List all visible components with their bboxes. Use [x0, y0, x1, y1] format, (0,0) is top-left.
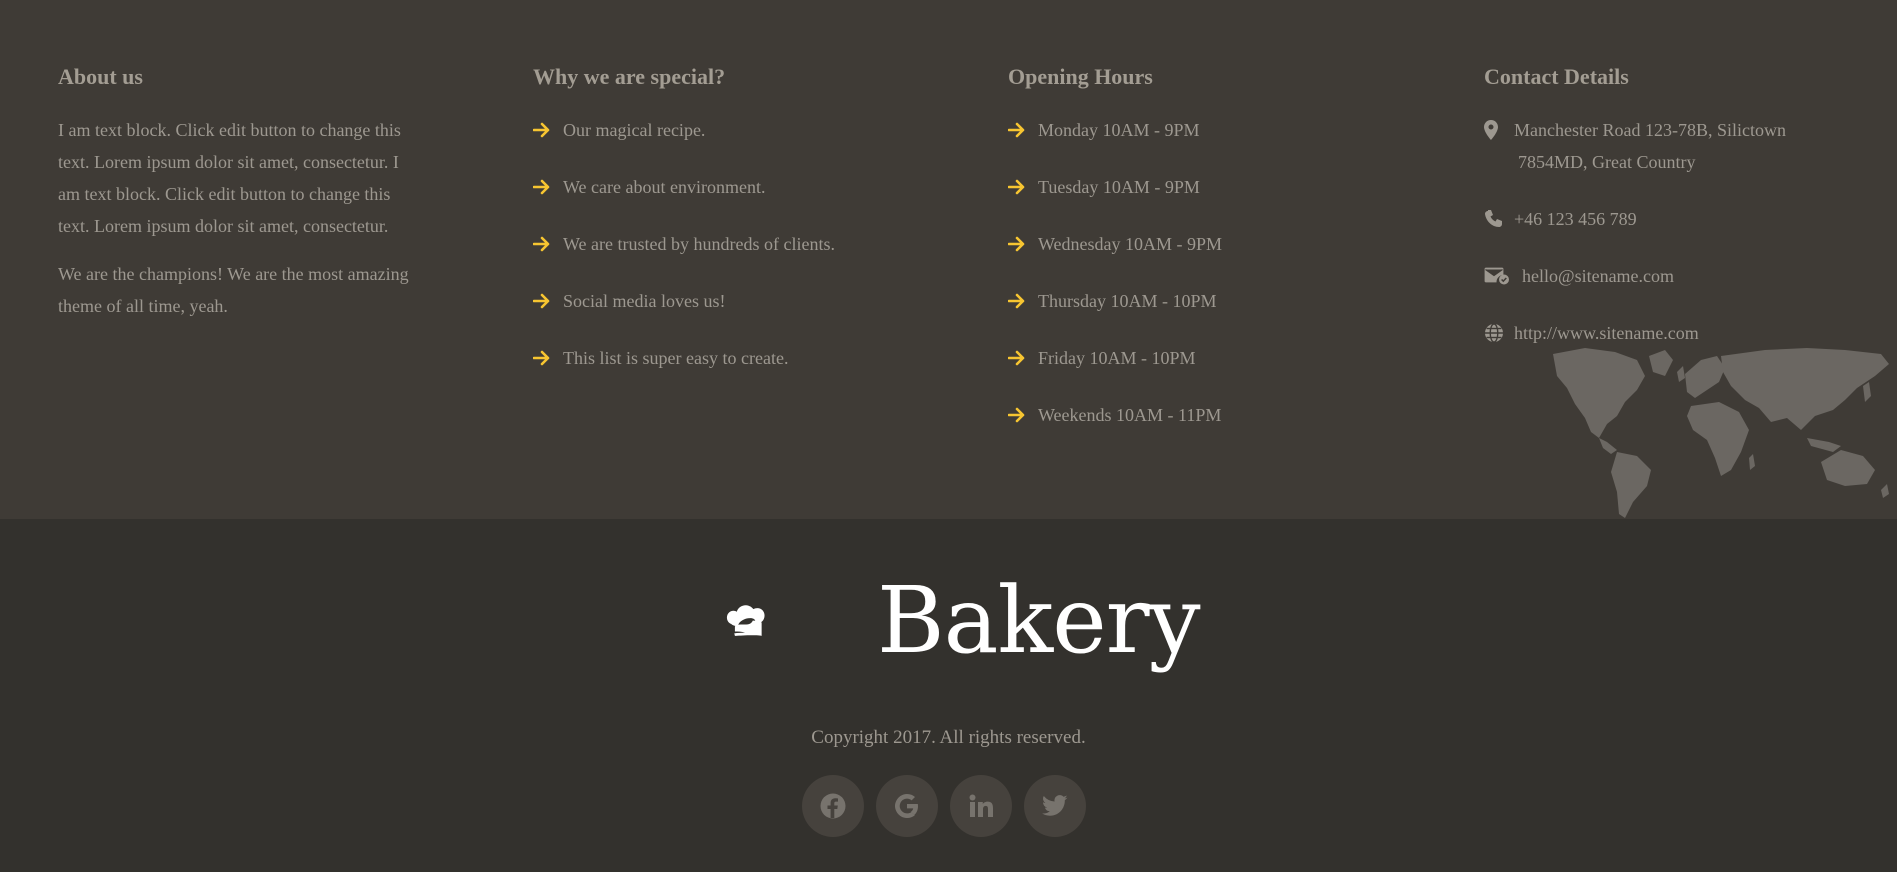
- about-paragraph: We are the champions! We are the most am…: [58, 264, 409, 316]
- hours-list: Monday 10AM - 9PM Tuesday 10AM - 9PM Wed…: [1008, 114, 1428, 431]
- arrow-right-icon: [1008, 171, 1028, 203]
- list-item-text: We are trusted by hundreds of clients.: [563, 234, 835, 254]
- arrow-right-icon: [533, 171, 553, 203]
- copyright-text: Copyright 2017. All rights reserved.: [811, 727, 1086, 748]
- chef-hat-logo-icon: [726, 605, 765, 636]
- facebook-button[interactable]: [802, 775, 864, 837]
- arrow-right-icon: [1008, 285, 1028, 317]
- contact-email[interactable]: hello@sitename.com: [1484, 260, 1897, 292]
- special-title: Why we are special?: [533, 64, 726, 89]
- twitter-button[interactable]: [1024, 775, 1086, 837]
- list-item-text: We care about environment.: [563, 177, 766, 197]
- list-item: Our magical recipe.: [533, 114, 953, 146]
- phone-icon: [1484, 203, 1506, 235]
- list-item-text: This list is super easy to create.: [563, 348, 789, 368]
- social-links: [802, 775, 1086, 837]
- arrow-right-icon: [1008, 114, 1028, 146]
- hours-column: Opening Hours Monday 10AM - 9PM Tuesday …: [1008, 62, 1428, 456]
- brand-logo-text[interactable]: Bakery: [877, 566, 1201, 676]
- special-column: Why we are special? Our magical recipe. …: [533, 62, 953, 399]
- globe-icon: [1484, 317, 1506, 349]
- arrow-right-icon: [533, 285, 553, 317]
- list-item-text: Social media loves us!: [563, 291, 726, 311]
- map-pin-icon: [1484, 114, 1506, 146]
- arrow-right-icon: [533, 342, 553, 374]
- list-item-text: Wednesday 10AM - 9PM: [1038, 234, 1223, 254]
- contact-website[interactable]: http://www.sitename.com: [1484, 317, 1897, 349]
- contact-list: Manchester Road 123-78B, Silictown 7854M…: [1484, 114, 1897, 349]
- arrow-right-icon: [533, 114, 553, 146]
- list-item: Weekends 10AM - 11PM: [1008, 399, 1428, 431]
- google-button[interactable]: [876, 775, 938, 837]
- list-item: Monday 10AM - 9PM: [1008, 114, 1428, 146]
- list-item-text: Our magical recipe.: [563, 120, 706, 140]
- arrow-right-icon: [1008, 342, 1028, 374]
- email-address: hello@sitename.com: [1522, 266, 1675, 286]
- facebook-icon: [820, 793, 846, 819]
- phone-number: +46 123 456 789: [1514, 209, 1637, 229]
- list-item: We care about environment.: [533, 171, 953, 203]
- contact-phone[interactable]: +46 123 456 789: [1484, 203, 1897, 235]
- address-line-2: 7854MD, Great Country: [1518, 152, 1696, 172]
- about-title: About us: [58, 64, 143, 89]
- google-icon: [895, 794, 918, 818]
- list-item: This list is super easy to create.: [533, 342, 953, 374]
- website-link[interactable]: http://www.sitename.com: [1514, 317, 1699, 349]
- list-item: We are trusted by hundreds of clients.: [533, 228, 953, 260]
- about-paragraph: I am text block. Click edit button to ch…: [58, 120, 401, 236]
- about-column: About us I am text block. Click edit but…: [58, 62, 413, 338]
- twitter-icon: [1042, 795, 1068, 816]
- special-list: Our magical recipe. We care about enviro…: [533, 114, 953, 374]
- contact-title: Contact Details: [1484, 64, 1629, 89]
- list-item: Friday 10AM - 10PM: [1008, 342, 1428, 374]
- list-item: Tuesday 10AM - 9PM: [1008, 171, 1428, 203]
- list-item: Thursday 10AM - 10PM: [1008, 285, 1428, 317]
- list-item: Wednesday 10AM - 9PM: [1008, 228, 1428, 260]
- address-line-1: Manchester Road 123-78B, Silictown: [1514, 120, 1786, 140]
- contact-column: Contact Details Manchester Road 123-78B,…: [1484, 62, 1897, 374]
- list-item: Social media loves us!: [533, 285, 953, 317]
- email-icon: [1484, 260, 1510, 292]
- list-item-text: Weekends 10AM - 11PM: [1038, 405, 1222, 425]
- arrow-right-icon: [1008, 228, 1028, 260]
- list-item-text: Tuesday 10AM - 9PM: [1038, 177, 1200, 197]
- list-item-text: Friday 10AM - 10PM: [1038, 348, 1196, 368]
- footer-widgets: About us I am text block. Click edit but…: [0, 0, 1897, 519]
- hours-title: Opening Hours: [1008, 64, 1153, 89]
- arrow-right-icon: [1008, 399, 1028, 431]
- list-item-text: Thursday 10AM - 10PM: [1038, 291, 1217, 311]
- list-item-text: Monday 10AM - 9PM: [1038, 120, 1200, 140]
- linkedin-button[interactable]: [950, 775, 1012, 837]
- arrow-right-icon: [533, 228, 553, 260]
- contact-address: Manchester Road 123-78B, Silictown 7854M…: [1484, 114, 1897, 178]
- linkedin-icon: [969, 794, 993, 817]
